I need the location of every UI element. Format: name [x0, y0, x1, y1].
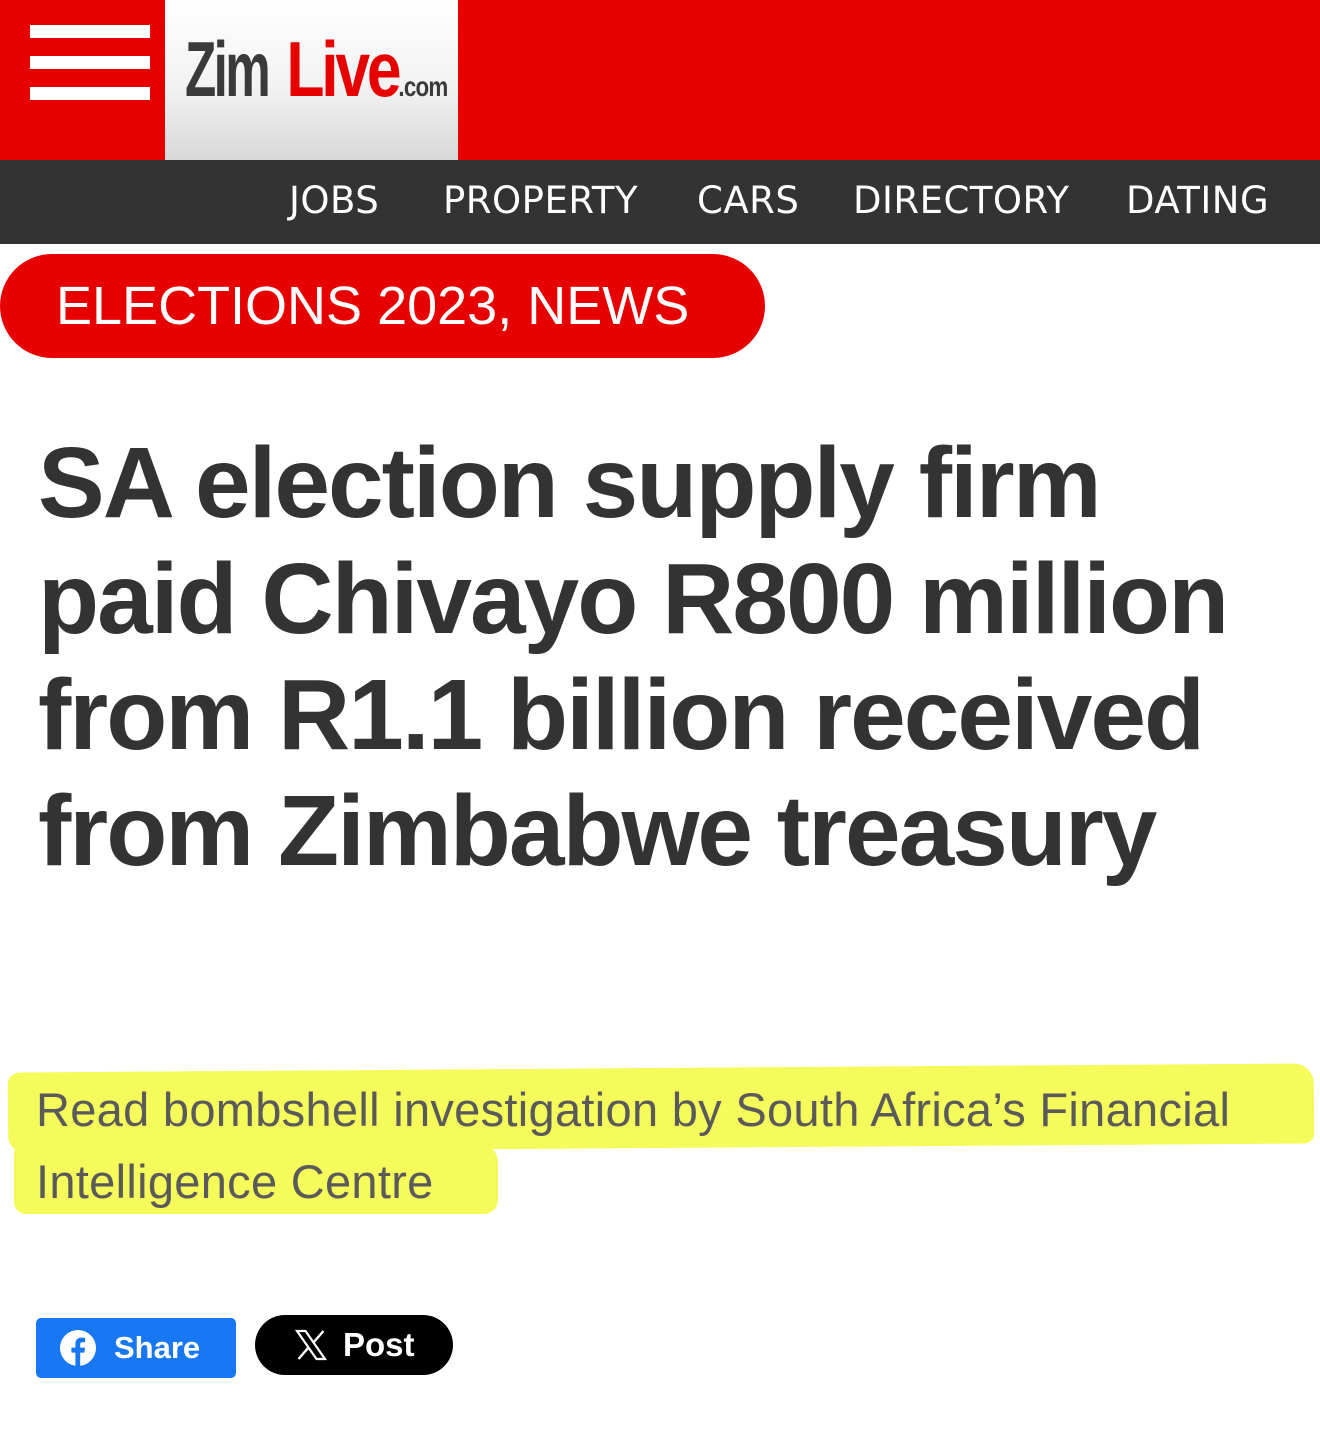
article-subheading: Read bombshell investigation by South Af… — [36, 1083, 1231, 1208]
x-post-label: Post — [343, 1326, 415, 1363]
site-header: Zim Live .com — [0, 0, 1320, 160]
nav-link-property[interactable]: PROPERTY — [443, 176, 638, 226]
facebook-share-label: Share — [114, 1330, 201, 1365]
x-post-button[interactable]: Post — [255, 1315, 453, 1375]
logo-text-primary: Zim — [185, 25, 271, 113]
category-tag[interactable]: ELECTIONS 2023, NEWS — [0, 254, 765, 358]
site-logo-link[interactable]: Zim Live .com — [165, 0, 458, 160]
main-nav: JOBS PROPERTY CARS DIRECTORY DATING — [0, 160, 1320, 244]
site-logo: Zim Live .com — [185, 30, 513, 108]
menu-bar — [30, 25, 150, 38]
article-headline: SA election supply firm paid Chivayo R80… — [38, 427, 1229, 887]
facebook-icon — [60, 1330, 96, 1366]
facebook-share-button[interactable]: Share — [36, 1318, 236, 1378]
menu-bar — [30, 56, 150, 69]
logo-text-accent: Live — [286, 25, 401, 113]
page: Zim Live .com JOBS PROPERTY CARS DIRECTORY… — [0, 0, 1320, 1437]
nav-link-jobs[interactable]: JOBS — [289, 176, 379, 226]
nav-link-directory[interactable]: DIRECTORY — [853, 176, 1070, 226]
logo-text-suffix: .com — [398, 71, 448, 102]
nav-link-cars[interactable]: CARS — [697, 176, 799, 226]
nav-link-dating[interactable]: DATING — [1126, 176, 1269, 226]
article-subheading-block: Read bombshell investigation by South Af… — [0, 1060, 1320, 1230]
hamburger-menu-icon[interactable] — [30, 25, 150, 101]
x-logo-icon — [295, 1329, 327, 1361]
menu-bar — [30, 87, 150, 100]
